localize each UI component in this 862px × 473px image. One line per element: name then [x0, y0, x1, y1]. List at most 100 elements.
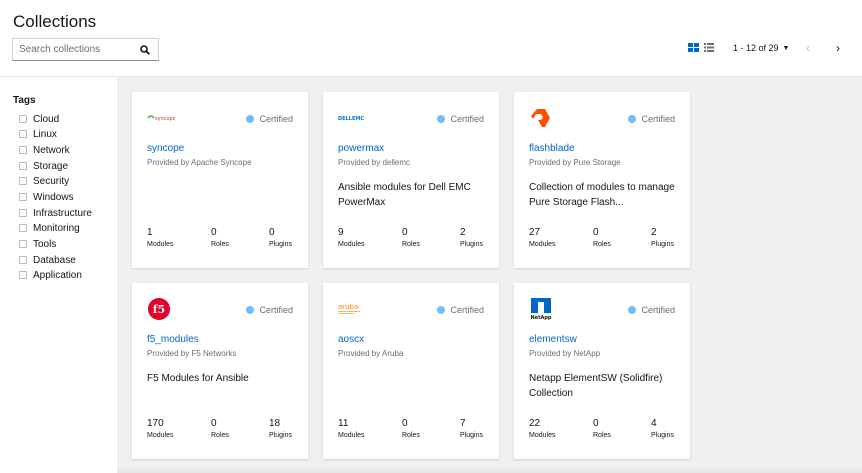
- f5-logo: f5: [147, 297, 171, 321]
- pagination-range: 1 - 12 of 29: [733, 43, 779, 53]
- tag-checkbox[interactable]: [19, 146, 27, 154]
- modules-value: 22: [529, 418, 541, 429]
- aruba-logo-text: aruba: [338, 303, 358, 311]
- modules-count: 27 Modules: [529, 227, 555, 248]
- roles-count: 0 Roles: [402, 227, 420, 248]
- chevron-left-icon: ‹: [806, 41, 810, 55]
- search-icon: [140, 44, 150, 55]
- tag-label: Security: [33, 175, 70, 187]
- modules-label: Modules: [529, 432, 556, 439]
- certified-label: Certified: [259, 114, 293, 124]
- certified-badge: Certified: [437, 305, 484, 315]
- modules-label: Modules: [147, 432, 174, 439]
- tag-checkbox[interactable]: [19, 115, 27, 123]
- collection-provider: Provided by NetApp: [529, 349, 601, 358]
- tag-filter[interactable]: Application: [19, 269, 82, 281]
- certified-label: Certified: [259, 305, 293, 315]
- tag-checkbox[interactable]: [19, 162, 27, 170]
- tag-label: Database: [33, 254, 76, 266]
- certified-label: Certified: [641, 114, 675, 124]
- tag-filter[interactable]: Tools: [19, 238, 56, 250]
- roles-label: Roles: [402, 432, 420, 439]
- previous-page-button[interactable]: ‹: [806, 41, 810, 55]
- tag-label: Storage: [33, 160, 69, 172]
- plugins-count: 7 Plugins: [460, 418, 483, 439]
- card-view-button[interactable]: [688, 43, 699, 52]
- tag-filter[interactable]: Cloud: [19, 113, 59, 125]
- plugins-count: 2 Plugins: [460, 227, 483, 248]
- collection-card[interactable]: aruba Certified aoscx Provided by Aruba …: [323, 283, 499, 459]
- modules-label: Modules: [147, 241, 174, 248]
- certified-dot-icon: [437, 306, 446, 314]
- page-title: Collections: [13, 12, 97, 31]
- tag-label: Application: [33, 269, 82, 281]
- tag-checkbox[interactable]: [19, 209, 27, 217]
- plugins-value: 2: [460, 227, 466, 238]
- collection-name-link[interactable]: elementsw: [529, 334, 577, 345]
- collection-description: Collection of modules to manage Pure Sto…: [529, 182, 675, 208]
- roles-label: Roles: [402, 241, 420, 248]
- tag-label: Network: [33, 144, 70, 156]
- collection-card[interactable]: syncope Certified syncope Provided by Ap…: [132, 92, 308, 268]
- chevron-right-icon: ›: [836, 41, 840, 55]
- plugins-value: 18: [269, 418, 281, 429]
- tag-label: Cloud: [33, 113, 60, 125]
- netapp-logo: NetApp: [529, 297, 553, 321]
- collection-name-link[interactable]: syncope: [147, 143, 184, 154]
- collection-name-link[interactable]: flashblade: [529, 143, 575, 154]
- modules-label: Modules: [338, 432, 365, 439]
- plugins-label: Plugins: [460, 241, 483, 248]
- certified-label: Certified: [450, 305, 484, 315]
- tag-checkbox[interactable]: [19, 130, 27, 138]
- syncope-logo-text: syncope: [155, 116, 175, 122]
- tag-checkbox[interactable]: [19, 240, 27, 248]
- roles-label: Roles: [211, 432, 229, 439]
- tag-checkbox[interactable]: [19, 177, 27, 185]
- roles-count: 0 Roles: [211, 418, 229, 439]
- certified-label: Certified: [450, 114, 484, 124]
- next-page-button[interactable]: ›: [836, 41, 840, 55]
- search-button[interactable]: [132, 39, 158, 60]
- collection-name-link[interactable]: aoscx: [338, 334, 364, 345]
- collection-provider: Provided by Pure Storage: [529, 158, 621, 167]
- plugins-label: Plugins: [651, 241, 674, 248]
- tag-filter[interactable]: Database: [19, 254, 76, 266]
- plugins-count: 2 Plugins: [651, 227, 674, 248]
- pagination-dropdown[interactable]: 1 - 12 of 29 ▼: [733, 43, 789, 53]
- certified-dot-icon: [246, 115, 255, 123]
- f5-logo-text: f5: [153, 303, 165, 316]
- certified-label: Certified: [641, 305, 675, 315]
- modules-value: 27: [529, 227, 541, 238]
- tag-checkbox[interactable]: [19, 271, 27, 279]
- search-input[interactable]: [13, 39, 133, 60]
- roles-value: 0: [402, 418, 408, 429]
- tag-filter[interactable]: Monitoring: [19, 222, 80, 234]
- search-box: [12, 38, 159, 61]
- collection-provider: Provided by dellemc: [338, 158, 411, 167]
- plugins-label: Plugins: [269, 432, 292, 439]
- collection-card[interactable]: NetApp Certified elementsw Provided by N…: [514, 283, 690, 459]
- tag-checkbox[interactable]: [19, 256, 27, 264]
- tag-label: Infrastructure: [33, 207, 92, 219]
- certified-dot-icon: [437, 115, 446, 123]
- list-view-button[interactable]: [704, 43, 714, 52]
- collection-name-link[interactable]: f5_modules: [147, 334, 199, 345]
- collection-description: F5 Modules for Ansible: [147, 373, 249, 384]
- modules-value: 1: [147, 227, 153, 238]
- collection-card[interactable]: Certified flashblade Provided by Pure St…: [514, 92, 690, 268]
- tag-filter[interactable]: Infrastructure: [19, 207, 92, 219]
- tag-filter[interactable]: Security: [19, 175, 69, 187]
- tag-filter[interactable]: Linux: [19, 128, 57, 140]
- collection-card[interactable]: DELLEMC Certified powermax Provided by d…: [323, 92, 499, 268]
- tag-filter[interactable]: Storage: [19, 160, 68, 172]
- roles-label: Roles: [211, 241, 229, 248]
- collection-name-link[interactable]: powermax: [338, 143, 384, 154]
- collection-card[interactable]: f5 Certified f5_modules Provided by F5 N…: [132, 283, 308, 459]
- tag-checkbox[interactable]: [19, 224, 27, 232]
- tag-filter[interactable]: Windows: [19, 191, 74, 203]
- page-header: Collections 1 - 12 of 29 ▼ ‹ ›: [0, 0, 862, 76]
- plugins-value: 4: [651, 418, 657, 429]
- tag-checkbox[interactable]: [19, 193, 27, 201]
- tag-filter[interactable]: Network: [19, 144, 70, 156]
- tags-title: Tags: [13, 95, 36, 106]
